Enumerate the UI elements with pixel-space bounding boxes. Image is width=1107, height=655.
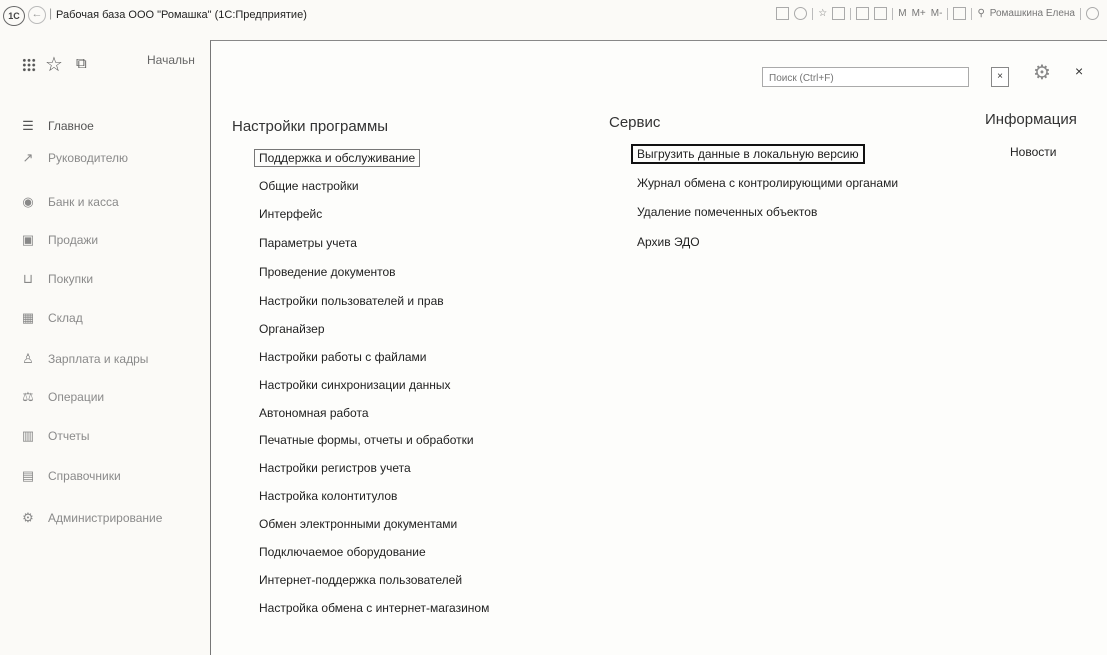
admin-gear-icon: ⚙ <box>22 510 34 525</box>
window-icon[interactable] <box>953 7 967 20</box>
clear-search-button[interactable]: × <box>991 67 1009 87</box>
menu-link-organizer[interactable]: Органайзер <box>259 322 325 336</box>
menu-link-registers[interactable]: Настройки регистров учета <box>259 461 411 475</box>
m-button[interactable]: M <box>898 8 906 19</box>
sidebar-item-bank[interactable]: ◉ Банк и касса <box>20 192 119 212</box>
book-icon: ▤ <box>21 468 35 483</box>
apps-grid-icon[interactable] <box>22 58 36 72</box>
search-box[interactable] <box>762 67 969 88</box>
menu-link-news[interactable]: Новости <box>1010 145 1056 159</box>
back-icon[interactable]: ← <box>28 6 46 24</box>
sidebar-item-sales[interactable]: ▣ Продажи <box>20 230 98 250</box>
app-logo[interactable]: 1С <box>3 6 25 26</box>
favorites-star-icon[interactable]: ☆ <box>45 52 63 77</box>
divider <box>892 7 894 20</box>
start-page-tab[interactable]: Начальн <box>147 53 195 67</box>
cart-icon: ⊔ <box>22 271 34 286</box>
menu-link-support[interactable]: Поддержка и обслуживание <box>254 149 421 167</box>
sidebar-item-main[interactable]: ☰ Главное <box>20 116 94 136</box>
sidebar-item-purchases[interactable]: ⊔ Покупки <box>20 269 93 289</box>
warehouse-icon: ▦ <box>21 310 35 325</box>
sidebar-item-label: Операции <box>48 390 105 404</box>
menu-link-headers-footers[interactable]: Настройка колонтитулов <box>259 489 397 503</box>
report-icon: ▥ <box>21 428 35 443</box>
menu-link-users-rights[interactable]: Настройки пользователей и прав <box>259 294 444 308</box>
menu-link-files[interactable]: Настройки работы с файлами <box>259 350 426 364</box>
chart-icon: ↗ <box>22 150 34 165</box>
history-icon[interactable] <box>832 7 846 20</box>
menu-link-eshop-exchange[interactable]: Настройка обмена с интернет-магазином <box>259 601 489 615</box>
user-name[interactable]: Ромашкина Елена <box>990 8 1075 19</box>
settings-header: Настройки программы <box>232 118 389 135</box>
divider <box>947 7 949 20</box>
divider <box>1080 7 1081 20</box>
app-title: Рабочая база ООО "Ромашка" (1С:Предприят… <box>56 9 307 21</box>
print-icon[interactable] <box>776 7 790 20</box>
title-bar: 1С ← | Рабочая база ООО "Ромашка" (1С:Пр… <box>0 0 1107 32</box>
sidebar-item-label: Главное <box>48 119 94 133</box>
history-icon[interactable]: ⧉ <box>76 55 87 72</box>
store-icon: ▣ <box>21 232 35 247</box>
sidebar-item-label: Справочники <box>48 469 121 483</box>
menu-link-delete-marked[interactable]: Удаление помеченных объектов <box>637 205 817 219</box>
sidebar-item-label: Отчеты <box>48 429 90 443</box>
user-icon: ⚲ <box>977 8 985 19</box>
sidebar-item-label: Зарплата и кадры <box>48 352 149 366</box>
search-input[interactable] <box>763 69 968 88</box>
m-plus-button[interactable]: M+ <box>912 8 926 19</box>
menu-link-equipment[interactable]: Подключаемое оборудование <box>259 545 426 559</box>
menu-link-edo-archive[interactable]: Архив ЭДО <box>637 235 700 249</box>
divider <box>971 7 973 20</box>
gear-icon[interactable]: ⚙ <box>1033 60 1051 85</box>
functions-panel: × ⚙ × Настройки программы Поддержка и об… <box>210 40 1107 655</box>
menu-link-print-forms[interactable]: Печатные формы, отчеты и обработки <box>259 433 474 447</box>
menu-link-accounting-params[interactable]: Параметры учета <box>259 236 357 250</box>
close-icon[interactable]: × <box>1075 63 1083 79</box>
sidebar-item-label: Склад <box>48 311 83 325</box>
menu-link-edo[interactable]: Обмен электронными документами <box>259 517 457 531</box>
service-header: Сервис <box>609 114 661 131</box>
sidebar-item-label: Банк и касса <box>48 195 119 209</box>
sidebar-item-admin[interactable]: ⚙ Администрирование <box>20 508 162 528</box>
menu-link-export-local[interactable]: Выгрузить данные в локальную версию <box>631 144 865 164</box>
operations-icon: ⚖ <box>22 389 34 404</box>
m-minus-button[interactable]: M- <box>931 8 943 19</box>
menu-link-regulator-exchange-log[interactable]: Журнал обмена с контролирующими органами <box>637 176 898 190</box>
menu-link-interface[interactable]: Интерфейс <box>259 207 322 221</box>
person-icon: ♙ <box>22 351 34 366</box>
sidebar-item-label: Администрирование <box>48 511 163 525</box>
info-header: Информация <box>985 111 1077 128</box>
sidebar-item-catalogs[interactable]: ▤ Справочники <box>20 466 121 486</box>
sidebar-item-operations[interactable]: ⚖ Операции <box>20 387 104 407</box>
divider <box>850 7 852 20</box>
menu-link-posting[interactable]: Проведение документов <box>259 265 396 279</box>
list-icon: ☰ <box>22 118 34 133</box>
menu-link-offline[interactable]: Автономная работа <box>259 406 369 420</box>
menu-link-internet-support[interactable]: Интернет-поддержка пользователей <box>259 573 462 587</box>
sidebar-item-reports[interactable]: ▥ Отчеты <box>20 426 90 446</box>
favorite-icon[interactable]: ☆ <box>818 8 827 19</box>
info-icon[interactable] <box>1086 7 1099 20</box>
titlebar-tools: ☆ M M+ M- ⚲ Ромашкина Елена <box>776 7 1099 20</box>
sidebar-item-director[interactable]: ↗ Руководителю <box>20 148 129 168</box>
menu-link-sync[interactable]: Настройки синхронизации данных <box>259 378 451 392</box>
divider <box>812 7 814 20</box>
link-icon[interactable] <box>794 7 808 20</box>
calendar-icon[interactable] <box>856 7 870 20</box>
sidebar-item-warehouse[interactable]: ▦ Склад <box>20 308 83 328</box>
sidebar-item-label: Покупки <box>48 272 94 286</box>
title-divider: | <box>49 6 53 20</box>
calculator-icon[interactable] <box>874 7 888 20</box>
sidebar-item-salary[interactable]: ♙ Зарплата и кадры <box>20 349 148 369</box>
coin-icon: ◉ <box>22 194 34 209</box>
menu-link-general[interactable]: Общие настройки <box>259 179 359 193</box>
sidebar-item-label: Руководителю <box>48 151 129 165</box>
sidebar-item-label: Продажи <box>48 233 99 247</box>
